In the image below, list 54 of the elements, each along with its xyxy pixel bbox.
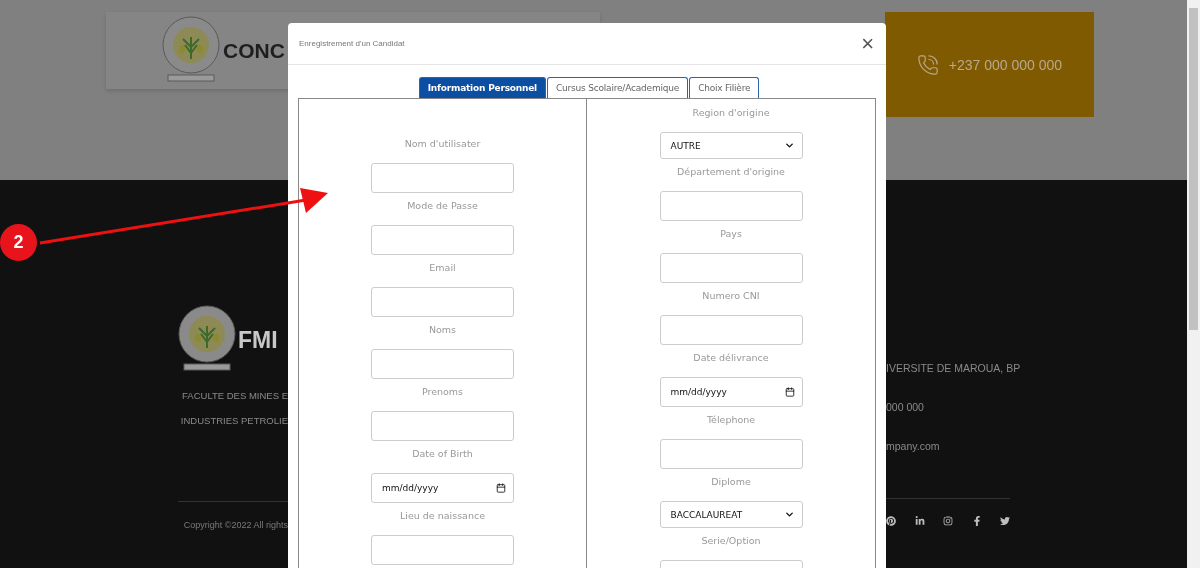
instagram-icon[interactable] [943,516,953,526]
tab[interactable]: Choix Filière [689,77,760,98]
contact-text: IVERSITE DE MAROUA, BP [886,361,1022,375]
scrollbar-thumb[interactable] [1189,8,1198,330]
phone-number: +237 000 000 000 [948,56,1063,73]
field-label: Prenoms [421,386,464,398]
text-input[interactable] [659,315,803,345]
field-label: Email [429,262,456,274]
text-input[interactable] [371,163,514,193]
footer-description: INDUSTRIES PETROLIE [180,415,288,426]
text-input[interactable] [659,439,803,469]
select-dropdown[interactable]: AUTRE [659,132,803,159]
field-label: Date délivrance [693,352,769,364]
select-dropdown[interactable]: BACCALAUREAT [659,501,803,528]
field-label: Mode de Passe [407,200,478,212]
field-label: Lieu de naissance [400,510,485,522]
pinterest-icon[interactable] [886,516,896,526]
text-input[interactable] [371,225,514,255]
field-label: Département d'origine [677,166,785,178]
text-input[interactable] [371,411,514,441]
dialog-title: Enregistrement d'un Candidat [299,39,405,48]
tab[interactable]: Cursus Scolaire/Academique [547,77,689,98]
calendar-icon [784,387,795,397]
text-input[interactable] [659,191,803,221]
text-input[interactable] [371,287,514,317]
tab[interactable]: Information Personnel [418,77,546,98]
twitter-icon[interactable] [1000,516,1010,526]
field-label: Diplome [711,476,751,488]
date-input[interactable]: mm/dd/yyyy [659,377,803,407]
date-input[interactable]: mm/dd/yyyy [371,473,514,503]
text-input[interactable] [371,535,514,565]
calendar-icon [496,483,506,493]
field-label: Télephone [706,414,756,426]
field-label: Region d'origine [692,107,770,119]
field-label: Nom d'utilisater [404,138,481,150]
field-label: Noms [428,324,457,336]
footer-brand: FMI [238,326,278,354]
contact-text: mpany.com [886,439,941,453]
linkedin-icon[interactable] [914,516,925,526]
chevron-down-icon [783,140,795,151]
contact-text: 000 000 [886,400,925,414]
text-input[interactable] [371,349,514,379]
field-label: Date of Birth [412,448,473,460]
copyright-text: Copyright ©2022 All rights [183,520,288,530]
chevron-down-icon [783,509,795,520]
brand-name: CONC [223,38,285,63]
footer-description: FACULTE DES MINES E [182,390,288,401]
field-label: Serie/Option [701,535,761,547]
field-label: Numero CNI [702,290,760,302]
facebook-icon[interactable] [971,516,982,526]
phone-icon [916,53,939,76]
close-button[interactable]: × [861,32,874,55]
text-input[interactable] [659,253,803,283]
field-label: Pays [720,228,742,240]
